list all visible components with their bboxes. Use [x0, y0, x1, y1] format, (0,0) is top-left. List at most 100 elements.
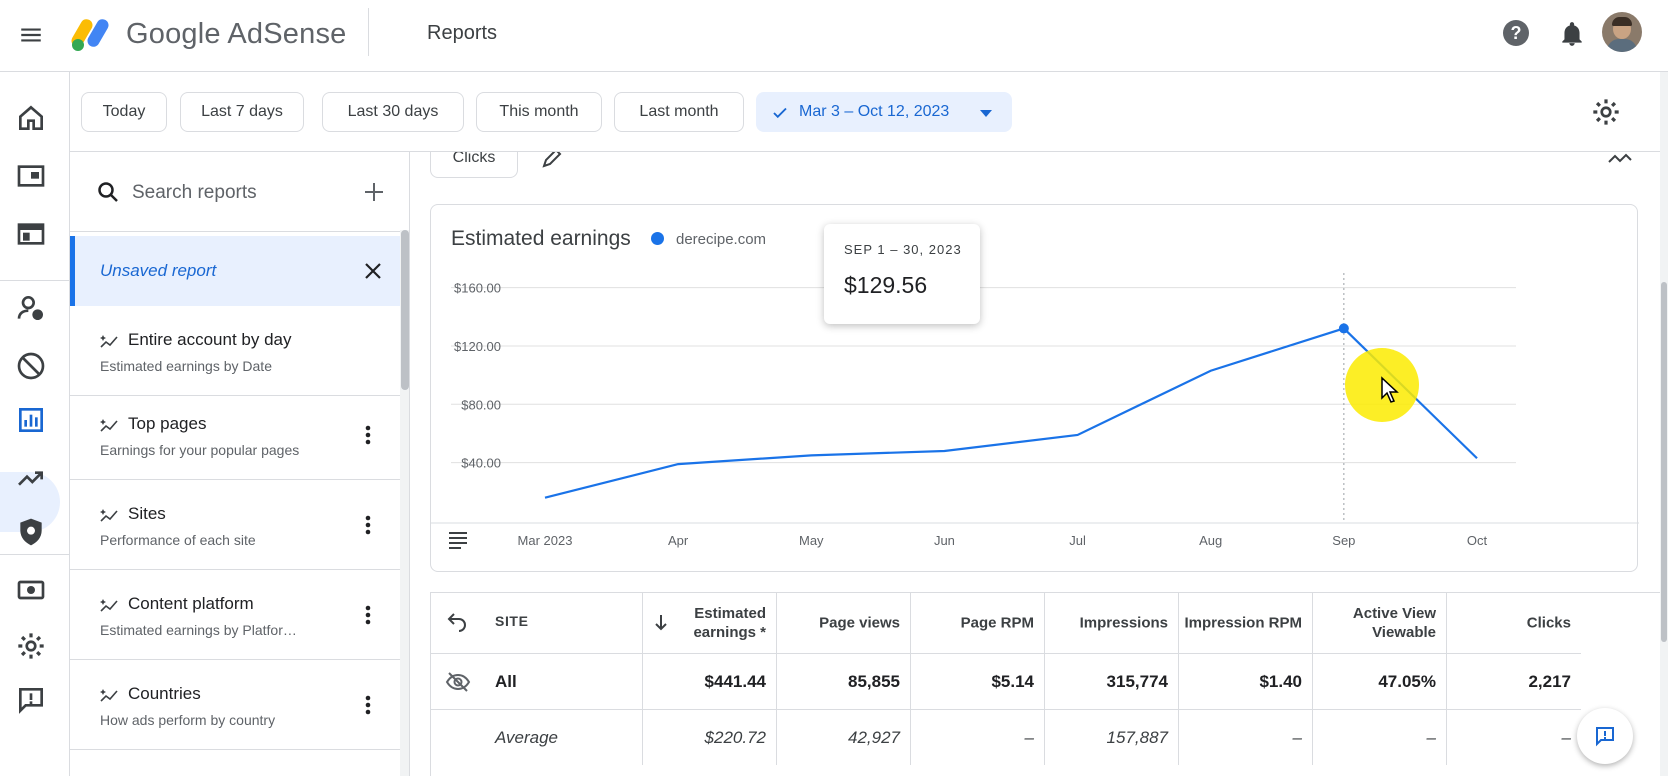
column-header-impressions[interactable]: Impressions	[1045, 593, 1179, 653]
x-tick-label: Jun	[934, 533, 955, 548]
column-header-active-view-viewable[interactable]: Active View Viewable	[1313, 593, 1447, 653]
feedback-fab-button[interactable]	[1577, 708, 1633, 764]
sites-icon[interactable]	[15, 160, 47, 192]
y-tick-label: $160.00	[454, 281, 501, 296]
cell-value: 42,927	[848, 727, 900, 747]
nav-divider	[0, 554, 70, 555]
sparkle-chart-icon	[100, 335, 118, 348]
search-reports-row	[70, 152, 409, 232]
cell-value: $220.72	[704, 727, 766, 747]
close-icon[interactable]	[361, 259, 385, 283]
column-header-estimated-earnings[interactable]: Estimated earnings *	[643, 593, 777, 653]
adsense-logo-icon	[71, 19, 109, 51]
search-reports-input[interactable]	[132, 178, 352, 208]
filter-last-30-days-button[interactable]: Last 30 days	[322, 92, 464, 132]
unsaved-report-label: Unsaved report	[100, 261, 217, 280]
cell-value: $441.44	[704, 671, 766, 691]
privacy-icon[interactable]	[15, 516, 47, 548]
column-header-impression-rpm[interactable]: Impression RPM	[1179, 593, 1313, 653]
x-tick-label: Aug	[1199, 533, 1222, 548]
table-cell: All	[487, 653, 643, 709]
cell-value: –	[1426, 727, 1436, 747]
block-icon[interactable]	[15, 350, 47, 382]
more-options-icon[interactable]	[360, 513, 376, 537]
settings-gear-icon[interactable]	[1590, 96, 1622, 128]
collapse-chart-icon[interactable]	[1606, 152, 1634, 170]
reports-scrollbar[interactable]	[400, 230, 409, 776]
report-item-sites[interactable]: Sites Performance of each site	[70, 480, 400, 570]
cell-value: $1.40	[1259, 671, 1302, 691]
avatar-body	[1607, 39, 1637, 52]
column-header-site[interactable]: SITE	[487, 593, 643, 653]
undo-header-cell	[431, 593, 487, 653]
brand-name: Google AdSense	[126, 18, 347, 50]
chart-legend: derecipe.com	[651, 231, 766, 248]
notifications-bell-icon[interactable]	[1559, 20, 1585, 48]
ads-icon[interactable]	[15, 218, 47, 250]
cell-value: 2,217	[1528, 671, 1571, 691]
y-tick-label: $80.00	[461, 397, 501, 412]
users-icon[interactable]	[15, 292, 47, 324]
report-title: Top pages	[128, 414, 207, 433]
more-options-icon[interactable]	[360, 693, 376, 717]
x-tick-label: Sep	[1332, 533, 1355, 548]
column-header-page-rpm[interactable]: Page RPM	[911, 593, 1045, 653]
unsaved-report-item[interactable]: Unsaved report	[70, 236, 400, 306]
table-cell: –	[1313, 709, 1447, 765]
undo-icon[interactable]	[445, 611, 469, 635]
settings-icon[interactable]	[15, 630, 47, 662]
table-cell: $1.40	[1179, 653, 1313, 709]
column-header-label: SITE	[495, 613, 529, 629]
edit-pencil-icon[interactable]	[540, 152, 564, 170]
scrollbar-thumb[interactable]	[1661, 282, 1667, 642]
report-item-top-pages[interactable]: Top pages Earnings for your popular page…	[70, 390, 400, 480]
help-icon[interactable]: ?	[1503, 20, 1529, 46]
report-item-content-platform[interactable]: Content platform Estimated earnings by P…	[70, 570, 400, 660]
row-visibility-cell	[431, 653, 487, 709]
table-cell: $220.72	[643, 709, 777, 765]
scrollbar-thumb[interactable]	[401, 230, 409, 390]
home-icon[interactable]	[15, 102, 47, 134]
table-cell: 157,887	[1045, 709, 1179, 765]
more-options-icon[interactable]	[360, 423, 376, 447]
add-report-icon[interactable]	[362, 180, 386, 204]
metric-clicks-chip[interactable]: Clicks	[430, 152, 518, 178]
filter-last-7-days-button[interactable]: Last 7 days	[180, 92, 304, 132]
visibility-off-icon[interactable]	[445, 670, 471, 694]
cell-value: –	[1561, 727, 1571, 747]
row-label: Average	[495, 728, 559, 747]
y-tick-label: $40.00	[461, 456, 501, 471]
more-options-icon[interactable]	[360, 603, 376, 627]
menu-icon[interactable]	[18, 22, 44, 48]
column-header-label: Estimated earnings *	[693, 605, 766, 641]
earnings-line-chart: $40.00 $80.00 $120.00 $160.00 Mar 2023 Apr May…	[431, 273, 1639, 548]
filter-last-month-button[interactable]: Last month	[614, 92, 744, 132]
cell-value: 47.05%	[1378, 671, 1436, 691]
report-title: Countries	[128, 684, 201, 703]
column-header-clicks[interactable]: Clicks	[1447, 593, 1581, 653]
series-line-derecipe	[544, 327, 1478, 499]
top-app-bar: Google AdSense Reports ?	[0, 0, 1668, 72]
caret-down-icon	[980, 110, 992, 117]
sparkle-chart-icon	[100, 419, 118, 432]
filter-this-month-button[interactable]: This month	[476, 92, 602, 132]
cell-value: 157,887	[1106, 727, 1168, 747]
report-item-countries[interactable]: Countries How ads perform by country	[70, 660, 400, 750]
chart-menu-icon[interactable]	[447, 531, 469, 549]
earnings-chart-card: $40.00 $80.00 $120.00 $160.00 Mar 2023 Apr May…	[430, 204, 1639, 572]
chart-title: Estimated earnings	[451, 227, 631, 250]
avatar-hair	[1612, 17, 1632, 26]
table-cell: 47.05%	[1313, 653, 1447, 709]
filter-today-button[interactable]: Today	[81, 92, 167, 132]
date-range-dropdown[interactable]: Mar 3 – Oct 12, 2023	[756, 92, 1012, 132]
report-title: Sites	[128, 504, 166, 523]
trending-icon[interactable]	[15, 462, 47, 494]
main-scrollbar[interactable]	[1660, 72, 1668, 776]
reports-icon[interactable]	[15, 404, 47, 436]
y-tick-label: $120.00	[454, 339, 501, 354]
payments-icon[interactable]	[15, 574, 47, 606]
avatar[interactable]	[1602, 12, 1642, 52]
feedback-icon[interactable]	[15, 684, 47, 716]
report-item-entire-account-by-day[interactable]: Entire account by day Estimated earnings…	[70, 306, 400, 396]
column-header-page-views[interactable]: Page views	[777, 593, 911, 653]
